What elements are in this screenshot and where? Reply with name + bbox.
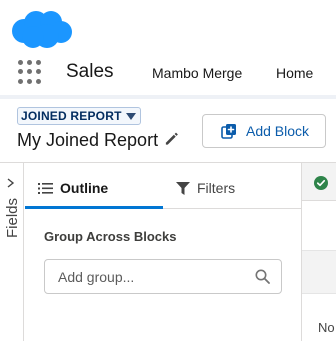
header-divider	[0, 95, 336, 99]
fields-panel-label: Fields	[4, 197, 21, 238]
tab-outline[interactable]: Outline	[38, 172, 108, 204]
active-tab-indicator	[25, 206, 163, 209]
list-icon	[38, 182, 53, 194]
add-block-button[interactable]: Add Block	[202, 114, 326, 148]
report-type-dropdown[interactable]: JOINED REPORT	[17, 107, 141, 125]
filter-icon	[176, 181, 190, 195]
tab-filters[interactable]: Filters	[176, 172, 235, 204]
add-block-label: Add Block	[246, 123, 310, 139]
fields-panel-toggle[interactable]	[0, 163, 24, 341]
search-icon	[255, 269, 270, 284]
add-block-icon	[221, 124, 236, 139]
tab-outline-label: Outline	[60, 180, 109, 196]
tab-filters-label: Filters	[197, 180, 236, 196]
app-launcher-icon[interactable]	[18, 60, 42, 84]
chevron-right-icon[interactable]	[6, 178, 15, 188]
pencil-icon[interactable]	[164, 131, 179, 146]
app-name: Sales	[66, 61, 114, 82]
caret-down-icon	[125, 113, 136, 120]
group-across-blocks-heading: Group Across Blocks	[44, 229, 177, 244]
add-group-input[interactable]	[44, 259, 282, 294]
preview-truncated-text: No	[318, 320, 335, 335]
report-title: My Joined Report	[17, 130, 159, 150]
salesforce-cloud-logo[interactable]	[9, 9, 73, 49]
report-type-label: JOINED REPORT	[21, 109, 122, 123]
check-icon	[314, 176, 328, 190]
nav-item-mambo-merge[interactable]: Mambo Merge	[152, 64, 242, 82]
preview-table-band	[302, 250, 336, 294]
nav-item-home[interactable]: Home	[276, 64, 313, 82]
